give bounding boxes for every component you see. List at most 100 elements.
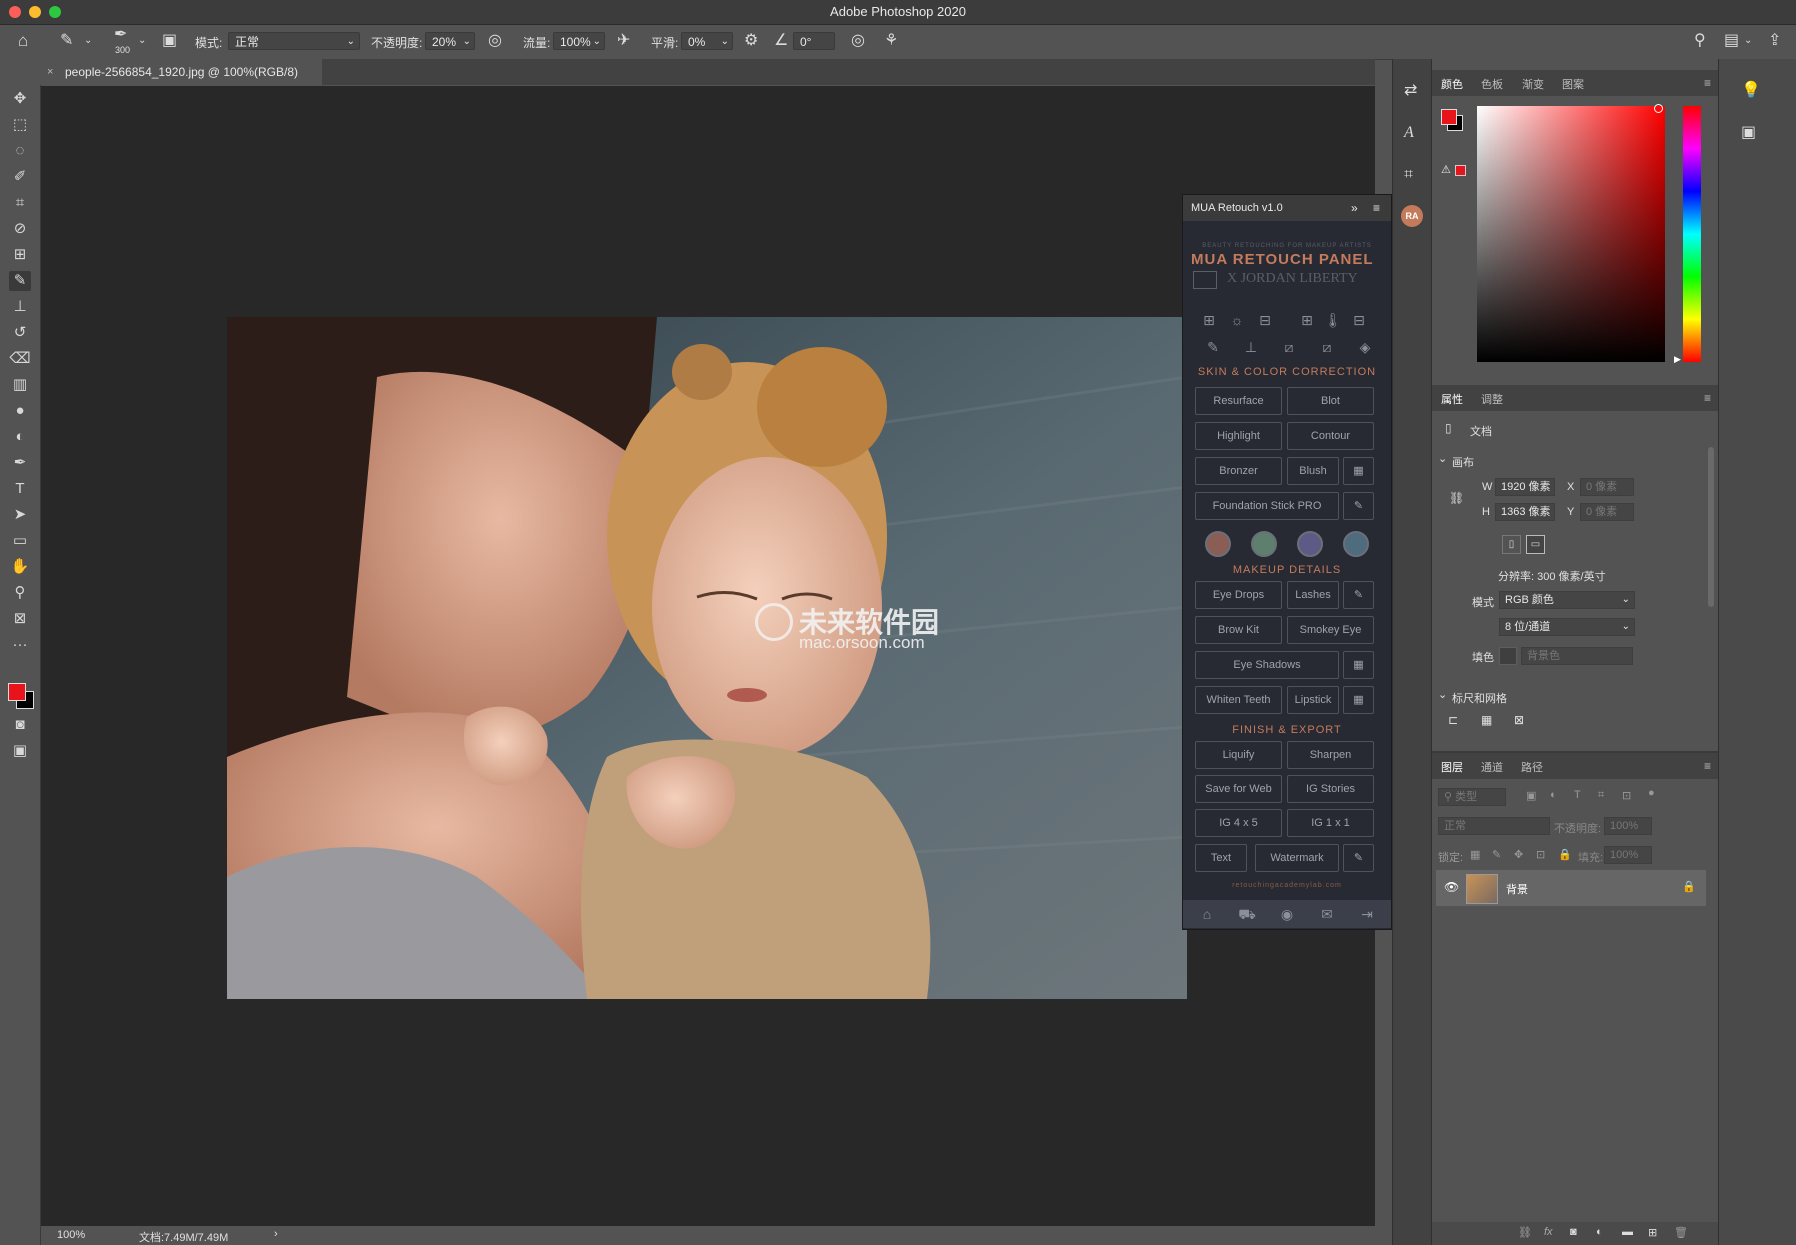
blush-button[interactable]: Blush [1287,457,1339,485]
lock-transparent-icon[interactable]: ▦ [1470,848,1480,861]
cart-icon[interactable]: ⛟ [1237,904,1257,924]
tab-swatches[interactable]: 色板 [1481,76,1503,92]
character-icon[interactable]: A [1404,125,1414,141]
academy-icon[interactable]: ⌂ [1197,904,1217,924]
stamp-icon[interactable]: ⊥ [1241,337,1261,357]
pen-tool-icon[interactable]: ✒ [9,453,31,473]
color-picker-field[interactable] [1477,106,1665,362]
search-icon[interactable]: ⚲ [1694,33,1706,49]
height-field[interactable]: 1363 像素 [1495,503,1555,521]
more-tools-icon[interactable]: ··· [9,635,31,655]
gradient-tool-icon[interactable]: ▥ [9,375,31,395]
color-picker-handle[interactable] [1654,104,1663,113]
text-button[interactable]: Text [1195,844,1247,872]
foreground-color-swatch[interactable] [8,683,26,701]
exit-icon[interactable]: ⇥ [1357,904,1377,924]
bit-depth-select[interactable]: 8 位/通道 ⌄ [1499,618,1635,636]
new-layer-icon[interactable]: ⊞ [1648,1226,1657,1239]
bronzer-button[interactable]: Bronzer [1195,457,1282,485]
history-icon[interactable]: ⇄ [1404,83,1417,99]
liquify-button[interactable]: Liquify [1195,741,1282,769]
hand-tool-icon[interactable]: ✋ [9,557,31,577]
lightbulb-icon[interactable]: 💡 [1741,83,1761,99]
lock-position-icon[interactable]: ✥ [1514,848,1523,861]
fill-color-swatch[interactable] [1499,647,1517,665]
mode-select[interactable]: 正常 ⌄ [228,32,360,50]
filter-adjustment-icon[interactable]: ◐ [1550,789,1557,801]
adjustment-layer-icon[interactable]: ◐ [1596,1226,1603,1238]
brush-tool-icon[interactable]: ✎ [9,271,31,291]
landscape-icon[interactable]: ▭ [1526,535,1545,554]
libraries-icon[interactable]: ▣ [1741,125,1756,141]
mail-icon[interactable]: ✉ [1317,904,1337,924]
eye-drops-button[interactable]: Eye Drops [1195,581,1282,609]
frame-tool-icon[interactable]: ⊠ [9,609,31,629]
history-brush-tool-icon[interactable]: ↺ [9,323,31,343]
temperature-icon[interactable]: 🌡 [1323,310,1343,330]
brush-icon[interactable]: ✎ [1343,581,1374,609]
angle-field[interactable]: 0° [793,32,835,50]
swatch-purple[interactable] [1297,531,1323,557]
save-for-web-button[interactable]: Save for Web [1195,775,1282,803]
trash-icon[interactable]: 🗑 [1674,1226,1688,1239]
lock-pixels-icon[interactable]: ✎ [1492,848,1501,861]
plus-icon[interactable]: ⊞ [1297,310,1317,330]
folder-icon[interactable]: ▬ [1622,1226,1633,1238]
chevron-down-icon[interactable]: ⌄ [1438,688,1447,701]
sharpen-button[interactable]: Sharpen [1287,741,1374,769]
gamut-swatch[interactable] [1455,165,1466,176]
mua-panel-header[interactable]: MUA Retouch v1.0 » ≡ [1183,195,1391,221]
pressure-size-icon[interactable]: ◎ [851,33,865,49]
ig-stories-button[interactable]: IG Stories [1287,775,1374,803]
blend-mode-select[interactable]: 正常 [1438,817,1550,835]
brush-preset-icon[interactable]: ✒ [114,27,127,43]
filter-toggle-icon[interactable]: ● [1648,787,1655,799]
portrait-icon[interactable]: ▯ [1502,535,1521,554]
filter-shape-icon[interactable]: ⌗ [1598,789,1604,802]
screen-mode-icon[interactable]: ▣ [9,741,31,761]
tab-patterns[interactable]: 图案 [1562,76,1584,92]
grid-icon[interactable]: ▦ [1343,457,1374,485]
lasso-tool-icon[interactable]: ◌ [9,141,31,161]
chevron-right-icon[interactable]: › [274,1228,278,1240]
chevron-down-icon[interactable]: ⌄ [138,33,146,49]
ig-1x1-button[interactable]: IG 1 x 1 [1287,809,1374,837]
y-field[interactable]: 0 像素 [1580,503,1634,521]
tab-gradients[interactable]: 渐变 [1522,76,1544,92]
eraser-tool-icon[interactable]: ⌫ [9,349,31,369]
lock-artboard-icon[interactable]: ⊡ [1536,848,1545,861]
grid-icon[interactable]: ▦ [1343,686,1374,714]
filter-pixel-icon[interactable]: ▣ [1526,789,1536,802]
opacity-field[interactable]: 20% ⌄ [425,32,475,50]
clone-stamp-tool-icon[interactable]: ⊥ [9,297,31,317]
brush-tool-icon[interactable]: ✎ [60,33,73,49]
mask-icon[interactable]: ◙ [1570,1226,1577,1238]
brush-icon[interactable]: ✎ [1343,492,1374,520]
contour-button[interactable]: Contour [1287,422,1374,450]
smoothing-field[interactable]: 0% ⌄ [681,32,733,50]
color-mode-select[interactable]: RGB 颜色 ⌄ [1499,591,1635,609]
home-icon[interactable]: ⌂ [18,32,28,49]
crop-tool-icon[interactable]: ⌗ [9,193,31,213]
fx-icon[interactable]: fx [1544,1226,1553,1238]
close-tab-icon[interactable]: × [47,59,53,85]
tab-paths[interactable]: 路径 [1521,759,1543,775]
share-icon[interactable]: ⇪ [1768,33,1781,49]
tab-layers[interactable]: 图层 [1441,759,1463,775]
lock-all-icon[interactable]: 🔒 [1558,848,1572,861]
link-icon[interactable]: ⛓ [1449,491,1464,505]
eye-shadows-button[interactable]: Eye Shadows [1195,651,1339,679]
tab-color[interactable]: 颜色 [1441,76,1463,92]
panel-menu-icon[interactable]: ≡ [1373,195,1380,221]
tab-channels[interactable]: 通道 [1481,759,1503,775]
crop-icon[interactable]: ⌗ [1404,167,1413,183]
swatch-green[interactable] [1251,531,1277,557]
grid-icon[interactable]: ▦ [1481,713,1492,727]
hue-slider[interactable] [1683,106,1701,362]
panel-menu-icon[interactable]: ≡ [1704,76,1711,90]
layer-name[interactable]: 背景 [1506,881,1528,897]
retouch-academy-icon[interactable]: RA [1401,205,1423,227]
layer-opacity-field[interactable]: 100% [1604,817,1652,835]
smokey-eye-button[interactable]: Smokey Eye [1287,616,1374,644]
grid-icon[interactable]: ▦ [1343,651,1374,679]
